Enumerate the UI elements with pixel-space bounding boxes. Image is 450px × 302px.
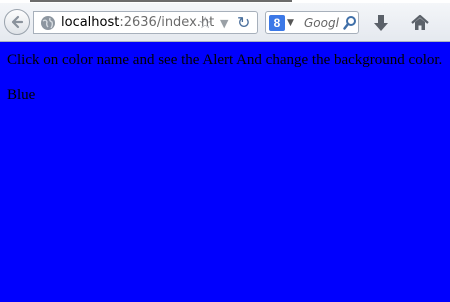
search-box[interactable]: 8 ▼ Googl [265, 11, 359, 34]
search-icon[interactable] [343, 15, 357, 31]
tab-edge [30, 0, 292, 2]
color-option-blue[interactable]: Blue [7, 85, 445, 106]
browser-toolbar: localhost:2636/index.ht ☆ ▼ ↻ 8 ▼ Googl [0, 3, 450, 42]
back-icon [11, 15, 24, 29]
back-button[interactable] [4, 9, 30, 35]
dropdown-icon[interactable]: ▼ [220, 15, 228, 32]
search-engine-dropdown-icon[interactable]: ▼ [287, 15, 294, 31]
home-icon[interactable] [410, 13, 430, 33]
address-bar[interactable]: localhost:2636/index.ht ☆ ▼ ↻ [33, 11, 258, 34]
bookmark-star-icon[interactable]: ☆ [198, 14, 212, 31]
url-host: localhost [61, 15, 120, 30]
url-text: localhost:2636/index.ht [61, 15, 214, 31]
page-content: Click on color name and see the Alert An… [7, 50, 445, 106]
instruction-text: Click on color name and see the Alert An… [7, 52, 443, 68]
reload-icon[interactable]: ↻ [237, 13, 250, 32]
search-placeholder: Googl [304, 16, 339, 30]
search-engine-icon[interactable]: 8 [269, 15, 285, 31]
globe-icon [41, 16, 55, 30]
download-icon[interactable] [372, 13, 390, 33]
